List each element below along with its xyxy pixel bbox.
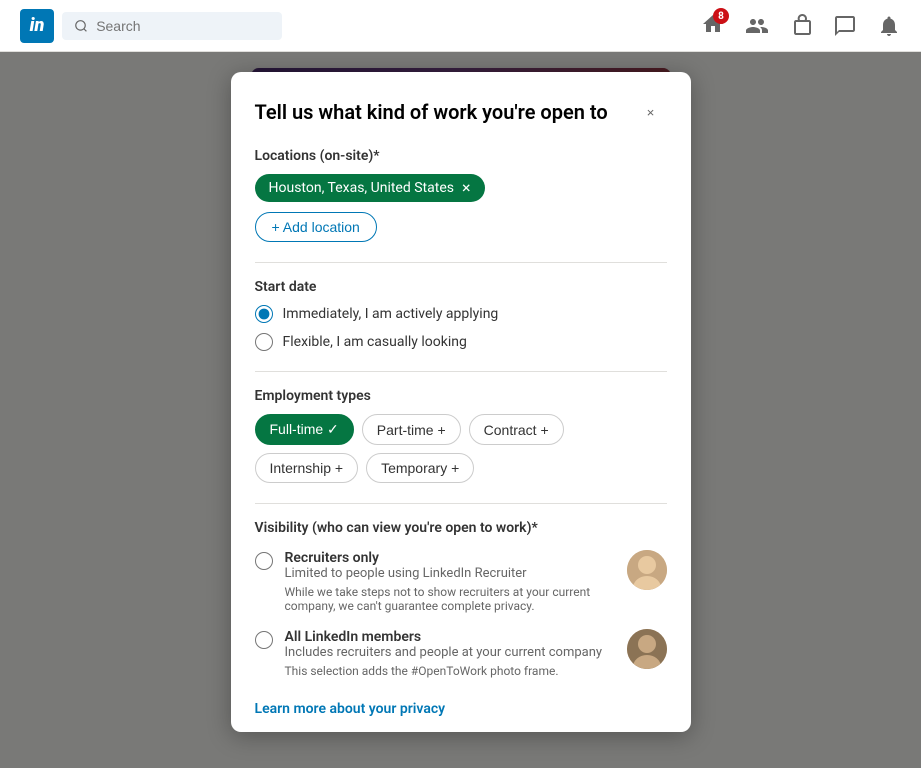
flexible-option[interactable]: Flexible, I am casually looking [255, 333, 667, 351]
recruiters-avatar-svg [627, 550, 667, 590]
bell-icon [877, 14, 901, 38]
add-location-button[interactable]: + Add location [255, 212, 377, 242]
chip-contract[interactable]: Contract + [469, 414, 564, 445]
location-tag-text: Houston, Texas, United States [269, 180, 454, 196]
immediately-option[interactable]: Immediately, I am actively applying [255, 305, 667, 323]
home-badge: 8 [713, 8, 729, 24]
employment-label: Employment types [255, 388, 667, 404]
modal-header: Tell us what kind of work you're open to… [255, 96, 667, 128]
location-tag-houston: Houston, Texas, United States × [255, 174, 485, 202]
linkedin-logo: in [20, 9, 54, 43]
search-bar[interactable] [62, 12, 282, 40]
all-members-note: This selection adds the #OpenToWork phot… [285, 664, 615, 678]
recruiters-desc: Limited to people using LinkedIn Recruit… [285, 566, 615, 581]
flexible-label: Flexible, I am casually looking [283, 334, 467, 350]
messaging-icon [833, 14, 857, 38]
chip-internship[interactable]: Internship + [255, 453, 359, 483]
nav-icon-group: 8 [701, 12, 901, 39]
all-members-desc: Includes recruiters and people at your c… [285, 645, 615, 660]
briefcase-icon [789, 14, 813, 38]
flexible-radio[interactable] [255, 333, 273, 351]
all-members-avatar [627, 629, 667, 669]
chip-fulltime[interactable]: Full-time ✓ [255, 414, 354, 445]
navbar: in 8 [0, 0, 921, 52]
modal-overlay: Tell us what kind of work you're open to… [0, 52, 921, 768]
immediately-radio[interactable] [255, 305, 273, 323]
start-date-radio-group: Immediately, I am actively applying Flex… [255, 305, 667, 351]
recruiters-text: Recruiters only Limited to people using … [285, 550, 615, 613]
modal-title: Tell us what kind of work you're open to [255, 100, 608, 124]
all-members-title: All LinkedIn members [285, 629, 615, 645]
employment-section: Employment types Full-time ✓ Part-time +… [255, 388, 667, 483]
all-members-option[interactable]: All LinkedIn members Includes recruiters… [255, 629, 667, 678]
search-input[interactable] [96, 18, 270, 34]
all-members-text: All LinkedIn members Includes recruiters… [285, 629, 615, 678]
all-members-avatar-svg [627, 629, 667, 669]
close-button[interactable]: × [635, 96, 667, 128]
location-tags: Houston, Texas, United States × [255, 174, 667, 202]
search-icon [74, 18, 88, 34]
network-icon [745, 14, 769, 38]
recruiters-title: Recruiters only [285, 550, 615, 566]
learn-more-link[interactable]: Learn more about your privacy [255, 701, 446, 717]
chip-parttime[interactable]: Part-time + [362, 414, 461, 445]
recruiters-note: While we take steps not to show recruite… [285, 585, 615, 613]
recruiters-avatar [627, 550, 667, 590]
modal-dialog: Tell us what kind of work you're open to… [231, 72, 691, 732]
employment-chips: Full-time ✓ Part-time + Contract + Inter… [255, 414, 667, 483]
nav-network[interactable] [745, 14, 769, 38]
chip-temporary[interactable]: Temporary + [366, 453, 474, 483]
visibility-label: Visibility (who can view you're open to … [255, 520, 667, 536]
nav-home[interactable]: 8 [701, 12, 725, 39]
recruiters-option[interactable]: Recruiters only Limited to people using … [255, 550, 667, 613]
start-date-label: Start date [255, 279, 667, 295]
recruiters-radio[interactable] [255, 552, 273, 570]
nav-messaging[interactable] [833, 14, 857, 38]
nav-notifications[interactable] [877, 14, 901, 38]
all-members-radio[interactable] [255, 631, 273, 649]
nav-jobs[interactable] [789, 14, 813, 38]
remove-location-button[interactable]: × [462, 180, 471, 196]
divider-2 [255, 371, 667, 372]
locations-label: Locations (on-site)* [255, 148, 667, 164]
immediately-label: Immediately, I am actively applying [283, 306, 499, 322]
divider-1 [255, 262, 667, 263]
divider-3 [255, 503, 667, 504]
visibility-section: Visibility (who can view you're open to … [255, 520, 667, 678]
